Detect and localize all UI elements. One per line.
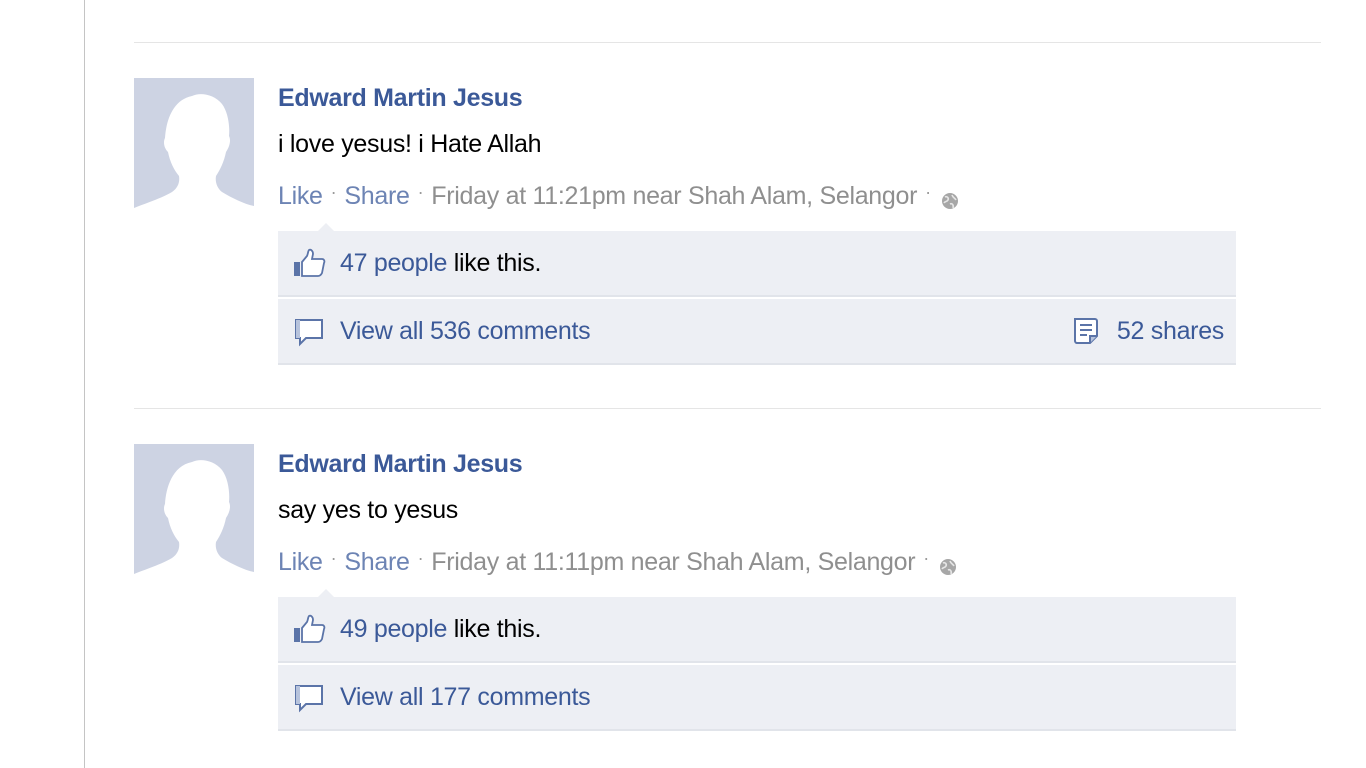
feedback-pointer [318, 223, 334, 231]
feedback-box: 47 people like this. View all 536 commen… [278, 223, 1236, 365]
story-2: Edward Martin Jesus say yes to yesus Lik… [134, 444, 1236, 734]
likes-count-link[interactable]: 49 people [340, 615, 447, 643]
status-message: i love yesus! i Hate Allah [278, 130, 542, 158]
timestamp-location[interactable]: Friday at 11:11pm near Shah Alam, Selang… [431, 548, 915, 577]
likes-suffix: like this. [447, 248, 542, 277]
thumbs-up-icon [292, 612, 326, 646]
timestamp-location[interactable]: Friday at 11:21pm near Shah Alam, Selang… [431, 182, 917, 211]
shares-count: 52 shares [1116, 316, 1224, 345]
like-link[interactable]: Like [278, 548, 323, 577]
story-divider [134, 408, 1321, 409]
shares-document-icon [1071, 316, 1101, 346]
comments-row: View all 536 comments 52 shares [278, 299, 1236, 365]
like-link[interactable]: Like [278, 182, 323, 211]
left-column-border [84, 0, 85, 768]
share-link[interactable]: Share [344, 182, 410, 211]
status-message: say yes to yesus [278, 496, 459, 524]
separator-dot: · [330, 182, 337, 202]
author-name-link[interactable]: Edward Martin Jesus [278, 84, 523, 113]
default-profile-silhouette-icon [134, 78, 254, 221]
comment-bubble-icon [292, 314, 326, 348]
avatar[interactable] [134, 444, 254, 587]
separator-dot: · [925, 182, 931, 202]
globe-icon[interactable] [939, 554, 957, 575]
story-divider [134, 42, 1321, 43]
share-link[interactable]: Share [344, 548, 410, 577]
likes-row: 47 people like this. [278, 231, 1236, 297]
comment-bubble-icon [292, 680, 326, 714]
likes-summary: 49 people like this. [340, 615, 541, 644]
separator-dot: · [923, 548, 929, 568]
feedback-pointer [318, 589, 334, 597]
avatar[interactable] [134, 78, 254, 221]
view-all-comments-label: View all 177 comments [340, 682, 591, 711]
view-all-comments-label: View all 536 comments [340, 316, 591, 345]
thumbs-up-icon [292, 246, 326, 280]
story-actions-bar: Like · Share · Friday at 11:21pm near Sh… [278, 182, 959, 211]
story-actions-bar: Like · Share · Friday at 11:11pm near Sh… [278, 548, 957, 577]
likes-count-link[interactable]: 47 people [340, 249, 447, 277]
comments-row: View all 177 comments [278, 665, 1236, 731]
separator-dot: · [417, 548, 424, 568]
separator-dot: · [330, 548, 337, 568]
likes-suffix: like this. [447, 614, 542, 643]
news-feed: Edward Martin Jesus i love yesus! i Hate… [0, 0, 1366, 768]
likes-row: 49 people like this. [278, 597, 1236, 663]
author-name-link[interactable]: Edward Martin Jesus [278, 450, 523, 479]
default-profile-silhouette-icon [134, 444, 254, 587]
view-all-comments-link[interactable]: View all 177 comments [340, 682, 591, 712]
view-all-comments-link[interactable]: View all 536 comments [340, 316, 591, 346]
separator-dot: · [417, 182, 424, 202]
shares-link[interactable]: 52 shares [1071, 316, 1224, 346]
globe-icon[interactable] [941, 188, 959, 209]
story-1: Edward Martin Jesus i love yesus! i Hate… [134, 78, 1236, 368]
feedback-box: 49 people like this. View all 177 commen… [278, 589, 1236, 731]
likes-summary: 47 people like this. [340, 249, 541, 278]
